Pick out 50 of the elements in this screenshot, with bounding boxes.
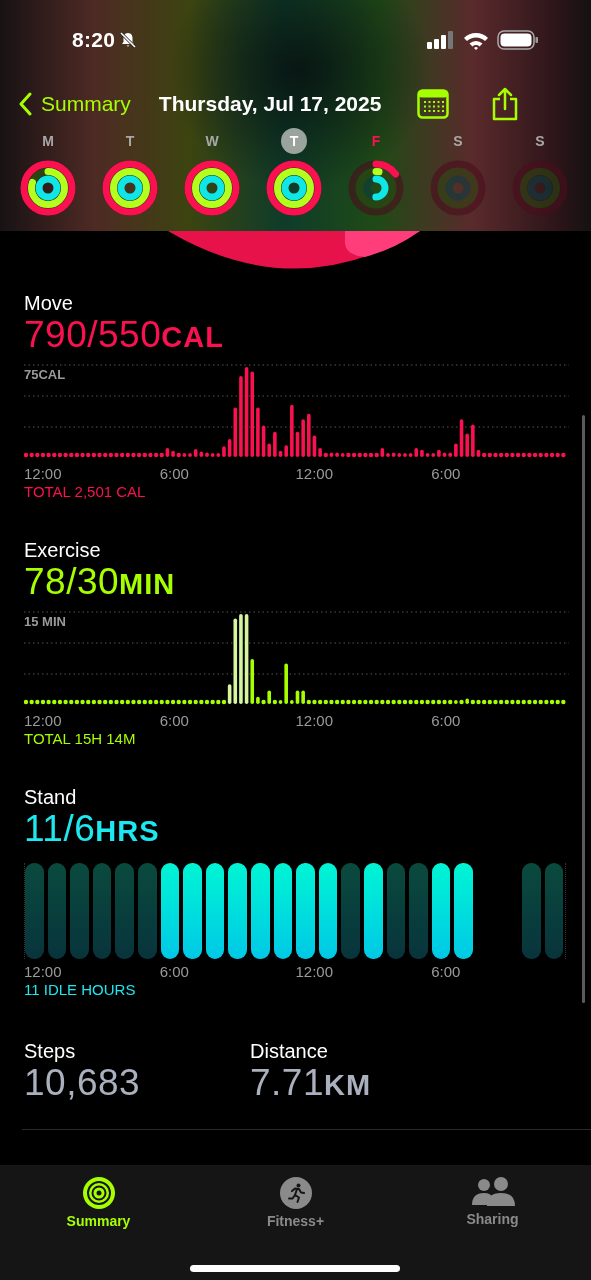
day-tab[interactable]: S — [527, 128, 553, 154]
metric-label: Move — [24, 291, 74, 315]
axis-label: 6:00 — [431, 963, 462, 981]
axis-label: 6:00 — [431, 712, 462, 730]
bell-slash-icon — [119, 31, 138, 49]
metric-total: 11 IDLE HOURS — [24, 981, 137, 999]
rings-icon — [82, 1177, 115, 1209]
scale-label: 75CAL — [24, 367, 66, 382]
metric-value: 790/550CAL — [24, 315, 225, 357]
axis-label: 12:00 — [24, 465, 63, 483]
signal-icon — [427, 31, 455, 49]
tab-bar-item[interactable]: Summary — [0, 1165, 197, 1280]
share-icon[interactable] — [491, 87, 520, 121]
runner-icon — [279, 1177, 312, 1209]
metric-label: Stand — [24, 785, 78, 809]
battery-icon — [497, 30, 539, 50]
axis-label: 6:00 — [159, 712, 190, 730]
status-time: 8:20 — [72, 28, 116, 52]
chevron-icon — [18, 92, 32, 116]
metric-label: Exercise — [24, 538, 102, 562]
scroll-bar[interactable] — [582, 415, 585, 1003]
stat-value: 7.71KM — [250, 1063, 373, 1105]
day-tab[interactable]: S — [445, 128, 471, 154]
stat-label: Steps — [24, 1039, 77, 1063]
stat-value: 10,683 — [24, 1063, 142, 1103]
axis-label: 6:00 — [431, 465, 462, 483]
calendar-icon[interactable] — [417, 89, 450, 119]
tab-bar-item[interactable]: Sharing — [394, 1165, 591, 1280]
day-tab[interactable]: W — [199, 128, 225, 154]
axis-label: 6:00 — [159, 465, 190, 483]
metric-value: 78/30MIN — [24, 562, 177, 604]
day-tab[interactable]: M — [35, 128, 61, 154]
axis-label: 12:00 — [295, 465, 335, 483]
back-button[interactable]: Summary — [18, 92, 131, 116]
metric-value: 11/6HRS — [24, 809, 161, 851]
metric-total: TOTAL 15H 14M — [24, 730, 137, 748]
metric-total: TOTAL 2,501 CAL — [24, 483, 147, 501]
day-tab[interactable]: F — [363, 128, 389, 154]
tab-bar-item[interactable]: Fitness+ — [197, 1165, 394, 1280]
date-title: Thursday, Jul 17, 2025 — [158, 92, 382, 116]
stat-label: Distance — [250, 1039, 329, 1063]
axis-label: 6:00 — [159, 963, 190, 981]
day-tab[interactable]: T — [117, 128, 143, 154]
axis-label: 12:00 — [24, 963, 63, 981]
wifi-icon — [463, 30, 489, 50]
axis-label: 12:00 — [295, 712, 335, 730]
people-icon — [470, 1177, 515, 1207]
axis-label: 12:00 — [24, 712, 63, 730]
axis-label: 12:00 — [295, 963, 335, 981]
scale-label: 15 MIN — [24, 614, 66, 629]
